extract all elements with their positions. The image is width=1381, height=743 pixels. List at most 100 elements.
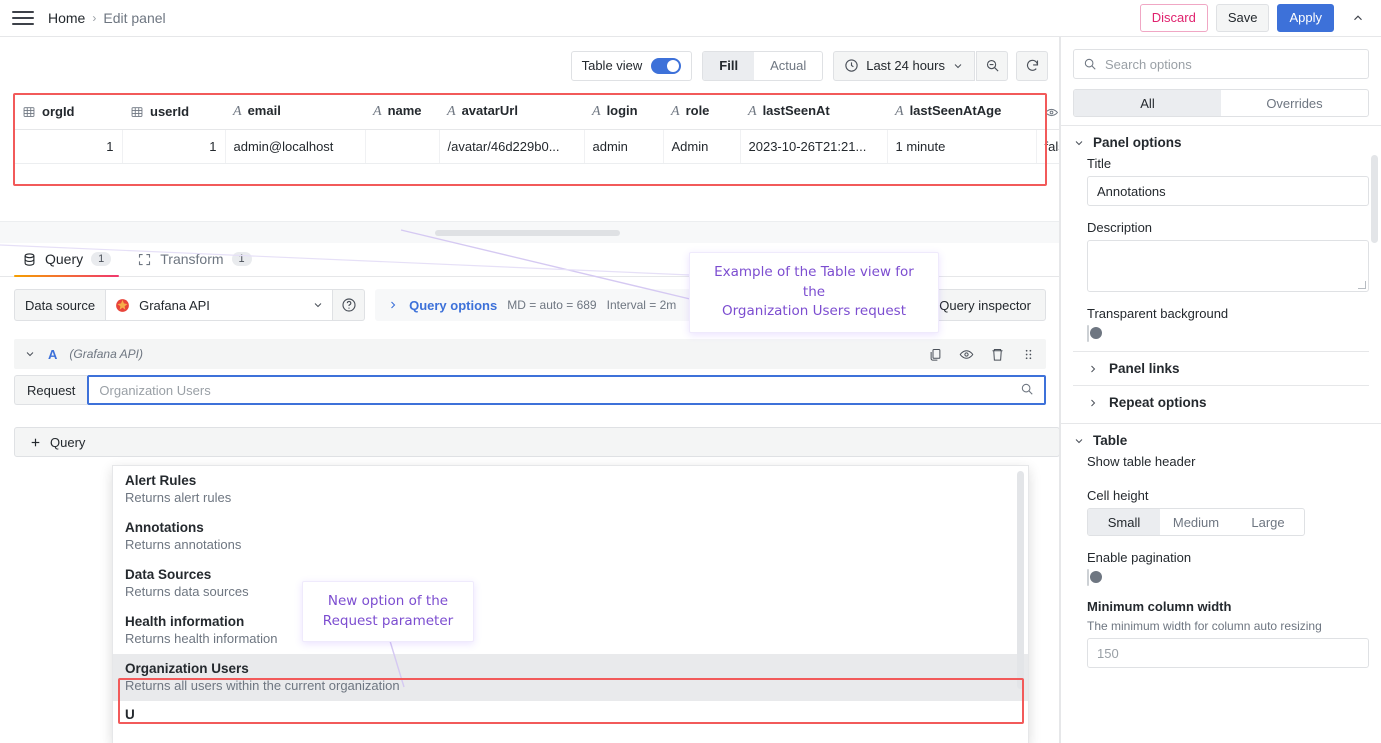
zoom-out-button[interactable] [976,50,1008,81]
add-query-button[interactable]: Query [14,427,1060,457]
table-column-header-email[interactable]: Aemail [225,94,365,130]
trash-icon[interactable] [990,347,1005,362]
topnav-actions: Discard Save Apply [1139,4,1371,32]
panel-description-label: Description [1087,220,1153,235]
callout-line-1: New option of the [327,593,449,609]
chevron-down-icon[interactable] [24,348,36,360]
table-row: 1 1 admin@localhost/avatar/46d229b0... admi… [14,129,1145,164]
text-A-icon: A [447,104,456,119]
panel-title-input[interactable]: Annotations [1087,176,1369,206]
sidebar-scrollbar-thumb[interactable] [1371,155,1378,243]
table-column-header-lastSeenAtAge[interactable]: AlastSeenAtAge [887,94,1036,130]
horizontal-scroll-area[interactable] [0,221,1060,243]
refresh-button[interactable] [1016,50,1048,81]
request-option-callout: New option of the Request parameter [302,581,474,643]
table-view-switch[interactable] [651,57,682,74]
panel-options-section-header[interactable]: Panel options [1061,125,1381,152]
drag-handle-icon[interactable] [1021,347,1036,362]
dropdown-option-annotations[interactable]: Annotations Returns annotations [113,513,1028,560]
time-range-picker[interactable]: Last 24 hours [833,50,975,81]
main-body: Table view Fill Actual Last 24 hours org… [0,37,1381,743]
cell-height-medium[interactable]: Medium [1160,509,1232,535]
request-select-input[interactable]: Organization Users [87,375,1046,405]
horizontal-scrollbar-thumb[interactable] [435,229,620,236]
database-icon [24,252,35,266]
table-section-header[interactable]: Table [1061,423,1381,450]
query-row-a: A (Grafana API) Request Organization Use… [14,339,1046,405]
request-options-dropdown[interactable]: Alert Rules Returns alert rules Annotation… [112,465,1029,743]
tab-query-label: Query [45,251,84,267]
tab-transform[interactable]: Transform 1 [129,251,269,276]
dropdown-option-organization-users[interactable]: Organization Users Returns all users with… [113,654,1028,701]
eye-icon[interactable] [959,347,974,362]
table-cell-email: admin@localhost [225,129,366,164]
apply-button[interactable]: Apply [1277,4,1334,32]
table-view-toggle-group[interactable]: Table view [570,50,693,81]
column-header-label: avatarUrl [461,103,518,118]
chevron-right-icon [391,301,396,309]
table-cell-login: admin [584,129,664,164]
datasource-help-button[interactable] [333,289,366,321]
query-options-link[interactable]: Query options [409,298,497,313]
discard-button[interactable]: Discard [1139,4,1208,32]
query-a-datasource: (Grafana API) [69,347,143,361]
table-column-header-name[interactable]: Aname [365,94,439,130]
chevron-down-icon [1075,140,1083,145]
save-button[interactable]: Save [1215,4,1270,32]
dropdown-option-title: Data Sources [125,567,212,582]
dropdown-option-alert-rules[interactable]: Alert Rules Returns alert rules [113,466,1028,513]
chevron-right-icon [1091,399,1096,406]
dropdown-option-title: Alert Rules [125,473,197,488]
text-A-icon: A [895,104,904,119]
query-options-interval: Interval = 2m [606,298,677,312]
query-a-letter[interactable]: A [48,347,57,362]
tab-query[interactable]: Query 1 [14,251,129,277]
dropdown-option-data-sources[interactable]: Data Sources Returns data sources [113,560,1028,607]
table-column-header-avatarUrl[interactable]: AavatarUrl [439,94,584,130]
dropdown-option-desc: Returns data sources [125,584,249,599]
table-column-header-role[interactable]: Arole [663,94,740,130]
table-view-label: Table view [581,58,643,73]
min-column-width-field: Minimum column width The minimum width f… [1061,595,1381,678]
panel-links-collapsible[interactable]: Panel links [1073,351,1369,385]
actual-option[interactable]: Actual [754,52,822,80]
hamburger-menu-icon[interactable] [12,9,34,27]
tab-overrides[interactable]: Overrides [1221,90,1368,116]
clock-icon [845,59,858,72]
fill-option[interactable]: Fill [703,51,755,80]
panel-toolbar: Table view Fill Actual Last 24 hours [0,37,1060,94]
dropdown-option-health-information[interactable]: Health information Returns health informa… [113,607,1028,654]
tab-all[interactable]: All [1074,90,1221,116]
dropdown-option-title: U [125,707,135,721]
table-column-header-userId[interactable]: userId [122,94,225,130]
table-view-callout: Example of the Table view for the Organi… [689,252,939,333]
cell-height-large[interactable]: Large [1232,509,1304,535]
repeat-options-collapsible[interactable]: Repeat options [1073,385,1369,419]
plus-icon [31,438,40,446]
transparent-background-switch[interactable] [1087,325,1102,342]
query-a-actions [928,347,1036,362]
search-options-input[interactable]: Search options [1073,49,1369,79]
panel-description-textarea[interactable] [1087,240,1369,292]
dropdown-scrollbar-thumb[interactable] [1017,471,1024,689]
table-cell-role: Admin [663,129,741,164]
dropdown-option-desc: Returns all users within the current org… [125,678,400,693]
chevron-down-icon [314,303,322,308]
text-A-icon: A [748,104,757,119]
table-column-header-login[interactable]: Alogin [584,94,663,130]
query-inspector-button[interactable]: Query inspector [924,289,1046,321]
breadcrumb-home[interactable]: Home [48,10,85,26]
request-field-row: Request Organization Users [14,375,1046,405]
copy-icon[interactable] [928,347,943,362]
table-column-header-lastSeenAt[interactable]: AlastSeenAt [740,94,887,130]
results-table: orgId userId Aemail Aname AavatarUrl Alogin Ar… [14,94,1145,164]
dropdown-option-title: Health information [125,614,245,629]
min-column-width-input[interactable]: 150 [1087,638,1369,668]
chevron-up-icon[interactable] [1345,5,1371,31]
dropdown-option-u[interactable]: U [113,701,1028,721]
dropdown-option-title: Annotations [125,520,204,535]
enable-pagination-switch[interactable] [1087,569,1102,586]
table-column-header-orgId[interactable]: orgId [14,94,122,130]
cell-height-small[interactable]: Small [1088,509,1160,535]
datasource-select[interactable]: Grafana API [105,289,334,321]
